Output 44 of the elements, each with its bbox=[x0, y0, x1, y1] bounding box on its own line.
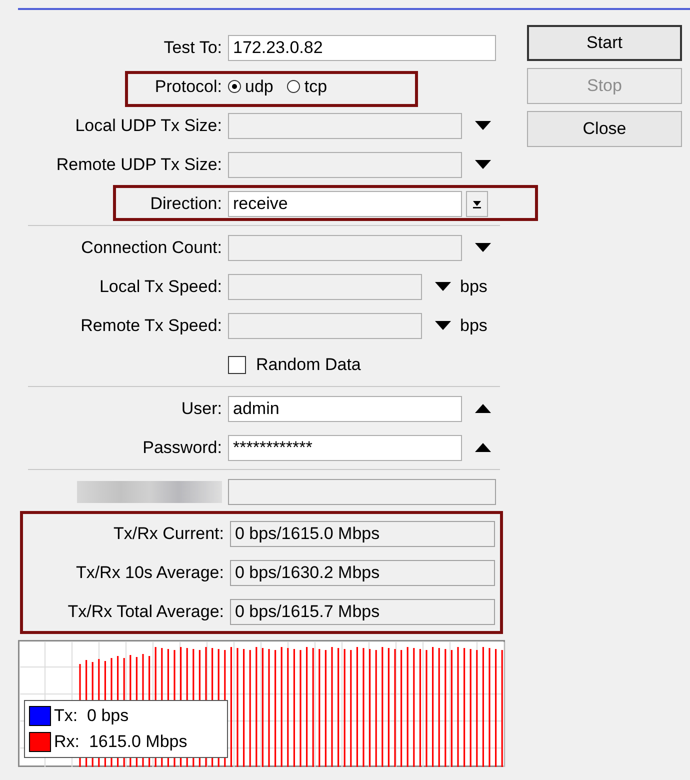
field-label: Local Tx Speed: bbox=[99, 276, 222, 296]
field-label: Remote Tx Speed: bbox=[80, 316, 222, 336]
checkbox[interactable] bbox=[228, 356, 246, 374]
unit-label: bps bbox=[460, 316, 488, 336]
legend-label: Tx: 0 bps bbox=[54, 706, 129, 726]
radio-option[interactable]: udp bbox=[228, 76, 274, 96]
input-field[interactable]: ************ bbox=[228, 434, 462, 460]
legend-label: Rx: 1615.0 Mbps bbox=[54, 732, 188, 752]
field-label: Connection Count: bbox=[81, 238, 222, 258]
field-label: Tx/Rx Total Average: bbox=[68, 602, 224, 622]
dropdown-arrow-icon[interactable] bbox=[435, 320, 451, 330]
field-label: Tx/Rx Current: bbox=[113, 524, 224, 544]
combo-field[interactable] bbox=[228, 274, 422, 300]
value-field: 0 bps/1630.2 Mbps bbox=[230, 560, 495, 586]
input-field[interactable]: admin bbox=[228, 396, 462, 422]
dialog-button[interactable]: Start bbox=[527, 25, 682, 61]
field-label: Remote UDP Tx Size: bbox=[56, 154, 222, 174]
dropdown-arrow-icon bbox=[472, 198, 482, 208]
radio-option[interactable]: tcp bbox=[287, 76, 328, 96]
value-field: 0 bps/1615.7 Mbps bbox=[230, 598, 495, 624]
dropdown-arrow-icon[interactable] bbox=[475, 120, 491, 130]
collapse-arrow-icon[interactable] bbox=[475, 404, 491, 414]
dialog-button[interactable]: Close bbox=[527, 111, 682, 147]
dropdown-arrow-icon[interactable] bbox=[475, 242, 491, 252]
field-label: Test To: bbox=[164, 38, 222, 58]
dropdown-button[interactable] bbox=[466, 190, 488, 216]
unit-label: bps bbox=[460, 276, 488, 296]
combo-field[interactable] bbox=[228, 152, 462, 178]
checkbox-label: Random Data bbox=[256, 354, 361, 374]
field-label: Tx/Rx 10s Average: bbox=[76, 562, 224, 582]
input-field[interactable]: 172.23.0.82 bbox=[228, 34, 496, 60]
dropdown-arrow-icon[interactable] bbox=[475, 160, 491, 170]
field-label: Password: bbox=[142, 438, 222, 458]
field-label: User: bbox=[181, 398, 222, 418]
collapse-arrow-icon[interactable] bbox=[475, 442, 491, 452]
dropdown-arrow-icon[interactable] bbox=[435, 282, 451, 292]
combo-field[interactable]: receive bbox=[228, 190, 462, 216]
field-label: Direction: bbox=[150, 194, 222, 214]
field-label: Protocol: bbox=[154, 76, 222, 96]
field-label: Local UDP Tx Size: bbox=[75, 116, 222, 136]
combo-field[interactable] bbox=[228, 234, 462, 260]
combo-field[interactable] bbox=[228, 112, 462, 138]
combo-field[interactable] bbox=[228, 312, 422, 338]
value-field: 0 bps/1615.0 Mbps bbox=[230, 520, 495, 546]
